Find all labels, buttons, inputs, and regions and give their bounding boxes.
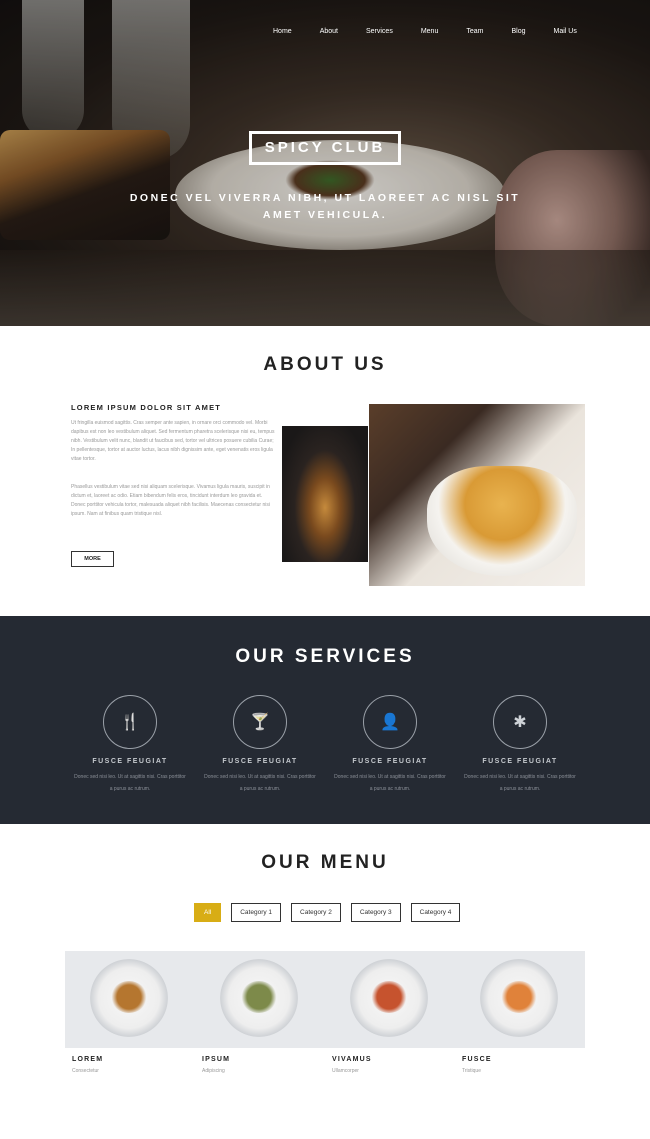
menu-item[interactable]: IPSUM Adipiscing xyxy=(195,951,325,1074)
dish-image[interactable] xyxy=(455,951,585,1048)
dish-name: LOREM xyxy=(72,1056,104,1063)
brand-logo[interactable]: SPICY CLUB xyxy=(249,131,401,165)
service-title: FUSCE FEUGIAT xyxy=(92,758,168,765)
dish-description: Tristique xyxy=(462,1068,481,1074)
service-title: FUSCE FEUGIAT xyxy=(482,758,558,765)
services-title: OUR SERVICES xyxy=(235,646,415,667)
burger-image xyxy=(282,426,368,562)
filter-category-2[interactable]: Category 2 xyxy=(291,903,341,922)
dish-image[interactable] xyxy=(65,951,195,1048)
service-text: Donec sed nisi leo. Ut at sagittis nisi.… xyxy=(464,774,576,792)
nav-services[interactable]: Services xyxy=(355,22,404,42)
nav-home[interactable]: Home xyxy=(262,22,303,42)
dish-description: Consectetur xyxy=(72,1068,99,1074)
menu-title: OUR MENU xyxy=(261,852,389,873)
service-item: 🍸 FUSCE FEUGIAT Donec sed nisi leo. Ut a… xyxy=(204,695,316,795)
dish-name: IPSUM xyxy=(202,1056,231,1063)
service-item: ✱ FUSCE FEUGIAT Donec sed nisi leo. Ut a… xyxy=(464,695,576,795)
menu-filters: All Category 1 Category 2 Category 3 Cat… xyxy=(194,903,470,922)
cutlery-icon: 🍴 xyxy=(103,695,157,749)
service-item: 🍴 FUSCE FEUGIAT Donec sed nisi leo. Ut a… xyxy=(74,695,186,795)
asterisk-icon: ✱ xyxy=(493,695,547,749)
nav-blog[interactable]: Blog xyxy=(500,22,536,42)
filter-category-1[interactable]: Category 1 xyxy=(231,903,282,922)
service-text: Donec sed nisi leo. Ut at sagittis nisi.… xyxy=(204,774,316,792)
dish-image[interactable] xyxy=(195,951,325,1048)
dish-name: VIVAMUS xyxy=(332,1056,372,1063)
dish-name: FUSCE xyxy=(462,1056,492,1063)
user-icon: 👤 xyxy=(363,695,417,749)
dish-description: Adipiscing xyxy=(202,1068,225,1074)
nav-team[interactable]: Team xyxy=(455,22,494,42)
filter-category-3[interactable]: Category 3 xyxy=(350,903,401,922)
dish-image[interactable] xyxy=(325,951,455,1048)
filter-category-4[interactable]: Category 4 xyxy=(410,903,461,922)
hero-tagline: DONEC VEL VIVERRA NIBH, UT LAOREET AC NI… xyxy=(129,192,521,221)
filter-all[interactable]: All xyxy=(194,903,222,922)
cocktail-icon: 🍸 xyxy=(233,695,287,749)
service-title: FUSCE FEUGIAT xyxy=(352,758,428,765)
about-paragraph: Phasellus vestibulum vitae sed nisi aliq… xyxy=(71,484,270,517)
nav-mail-us[interactable]: Mail Us xyxy=(542,22,587,42)
menu-item[interactable]: LOREM Consectetur xyxy=(65,951,195,1074)
hero-banner: Home About Services Menu Team Blog Mail … xyxy=(0,0,650,326)
service-text: Donec sed nisi leo. Ut at sagittis nisi.… xyxy=(74,774,186,792)
dish-description: Ullamcorper xyxy=(332,1068,359,1074)
more-button[interactable]: MORE xyxy=(71,551,114,567)
service-item: 👤 FUSCE FEUGIAT Donec sed nisi leo. Ut a… xyxy=(334,695,446,795)
service-title: FUSCE FEUGIAT xyxy=(222,758,298,765)
fries-image xyxy=(369,404,585,586)
about-subtitle: LOREM IPSUM DOLOR SIT AMET xyxy=(71,403,222,412)
menu-item[interactable]: VIVAMUS Ullamcorper xyxy=(325,951,455,1074)
main-nav: Home About Services Menu Team Blog Mail … xyxy=(262,22,594,42)
service-text: Donec sed nisi leo. Ut at sagittis nisi.… xyxy=(334,774,446,792)
nav-about[interactable]: About xyxy=(309,22,349,42)
menu-item[interactable]: FUSCE Tristique xyxy=(455,951,585,1074)
about-paragraph: Ut fringilla euismod sagittis. Cras semp… xyxy=(71,420,275,462)
about-title: ABOUT US xyxy=(263,354,387,375)
nav-menu[interactable]: Menu xyxy=(410,22,450,42)
